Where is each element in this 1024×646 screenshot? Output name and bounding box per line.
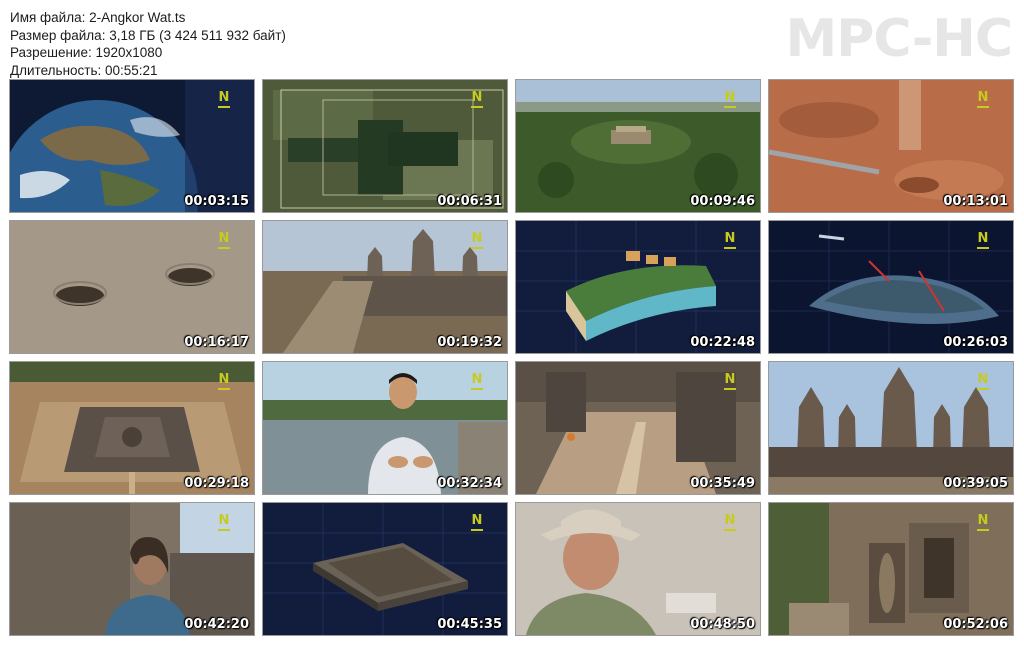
channel-logo-icon: N: [470, 373, 484, 391]
thumbnail-12[interactable]: N 00:39:05: [768, 361, 1014, 495]
channel-logo-icon: N: [723, 232, 737, 250]
channel-logo-icon: N: [723, 91, 737, 109]
channel-logo-icon: N: [217, 514, 231, 532]
file-name-line: Имя файла: 2-Angkor Wat.ts: [10, 10, 186, 25]
channel-logo-icon: N: [470, 514, 484, 532]
channel-logo-icon: N: [217, 373, 231, 391]
thumbnail-7[interactable]: N 00:22:48: [515, 220, 761, 354]
thumbnail-6[interactable]: N 00:19:32: [262, 220, 508, 354]
thumbnail-8[interactable]: N 00:26:03: [768, 220, 1014, 354]
channel-logo-icon: N: [217, 232, 231, 250]
thumbnail-4[interactable]: N 00:13:01: [768, 79, 1014, 213]
timestamp: 00:52:06: [943, 617, 1008, 632]
timestamp: 00:42:20: [184, 617, 249, 632]
timestamp: 00:16:17: [184, 335, 249, 350]
thumbnail-13[interactable]: N 00:42:20: [9, 502, 255, 636]
thumbnail-11[interactable]: N 00:35:49: [515, 361, 761, 495]
channel-logo-icon: N: [470, 232, 484, 250]
thumbnail-15[interactable]: N 00:48:50: [515, 502, 761, 636]
thumbnail-2[interactable]: N 00:06:31: [262, 79, 508, 213]
thumbnail-10[interactable]: N 00:32:34: [262, 361, 508, 495]
thumbnail-1[interactable]: N 00:03:15: [9, 79, 255, 213]
thumbnail-9[interactable]: N 00:29:18: [9, 361, 255, 495]
duration-line: Длительность: 00:55:21: [10, 62, 158, 78]
timestamp: 00:03:15: [184, 194, 249, 209]
channel-logo-icon: N: [470, 91, 484, 109]
timestamp: 00:29:18: [184, 476, 249, 491]
file-size-line: Размер файла: 3,18 ГБ (3 424 511 932 бай…: [10, 27, 286, 43]
timestamp: 00:06:31: [437, 194, 502, 209]
channel-logo-icon: N: [723, 373, 737, 391]
channel-logo-icon: N: [217, 91, 231, 109]
channel-logo-icon: N: [976, 514, 990, 532]
timestamp: 00:26:03: [943, 335, 1008, 350]
timestamp: 00:48:50: [690, 617, 755, 632]
timestamp: 00:45:35: [437, 617, 502, 632]
mpc-hc-logo: MPC-HC: [785, 9, 1013, 69]
timestamp: 00:39:05: [943, 476, 1008, 491]
timestamp: 00:09:46: [690, 194, 755, 209]
channel-logo-icon: N: [976, 373, 990, 391]
channel-logo-icon: N: [723, 514, 737, 532]
resolution-line: Разрешение: 1920x1080: [10, 45, 163, 60]
channel-logo-icon: N: [976, 91, 990, 109]
channel-logo-icon: N: [976, 232, 990, 250]
thumbnail-5[interactable]: N 00:16:17: [9, 220, 255, 354]
timestamp: 00:22:48: [690, 335, 755, 350]
timestamp: 00:13:01: [943, 194, 1008, 209]
thumbnail-16[interactable]: N 00:52:06: [768, 502, 1014, 636]
timestamp: 00:19:32: [437, 335, 502, 350]
timestamp: 00:32:34: [437, 476, 502, 491]
file-info-panel: Имя файла: 2-Angkor Wat.ts Размер файла:…: [10, 9, 286, 79]
timestamp: 00:35:49: [690, 476, 755, 491]
thumbnail-3[interactable]: N 00:09:46: [515, 79, 761, 213]
thumbnail-14[interactable]: N 00:45:35: [262, 502, 508, 636]
